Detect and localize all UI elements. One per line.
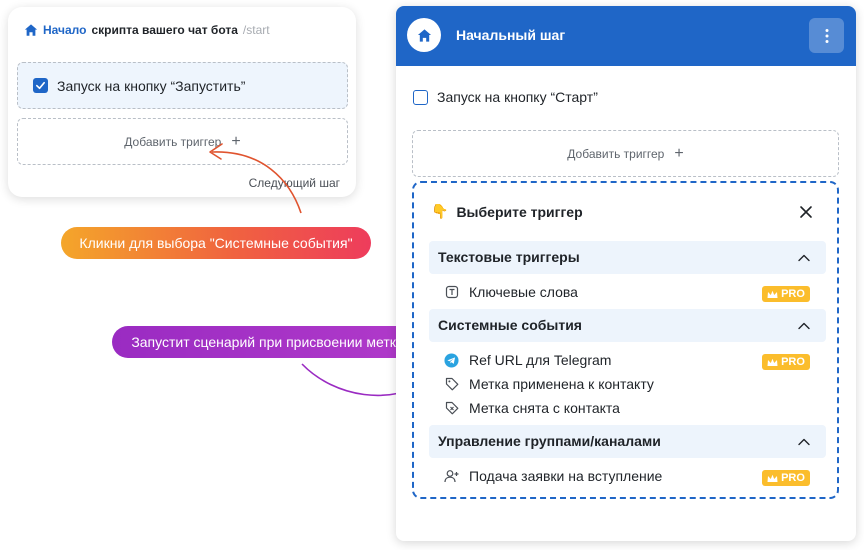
trigger-start-button[interactable]: Запуск на кнопку “Старт” — [413, 89, 598, 105]
trigger-option-join-request[interactable]: Подача заявки на вступление — [444, 468, 662, 484]
option-label: Метка применена к контакту — [469, 376, 654, 392]
step-editor-panel: Начальный шаг Запуск на кнопку “Старт” Д… — [396, 6, 856, 541]
option-label: Метка снята с контакта — [469, 400, 620, 416]
tag-icon — [444, 377, 459, 392]
pro-badge: PRO — [762, 470, 810, 486]
start-label: Начало — [43, 23, 87, 37]
keyword-icon — [444, 285, 459, 300]
pointing-down-icon: 👇 — [431, 203, 449, 219]
crown-icon — [767, 358, 778, 366]
more-vertical-icon — [825, 28, 828, 43]
section-text-triggers[interactable]: Текстовые триггеры — [429, 241, 826, 274]
step-title: скрипта вашего чат бота — [91, 23, 238, 37]
callout-tag-trigger: Запустит сценарий при присвоении метки — [112, 326, 423, 358]
section-system-events[interactable]: Системные события — [429, 309, 826, 342]
pro-label: PRO — [781, 472, 805, 484]
option-label: Подача заявки на вступление — [469, 468, 663, 484]
start-step-card: Начало скрипта вашего чат бота /start За… — [8, 7, 356, 197]
pro-label: PRO — [781, 288, 805, 300]
more-menu-button[interactable] — [809, 18, 844, 53]
close-icon[interactable] — [799, 205, 813, 219]
next-step-link[interactable]: Следующий шаг — [249, 176, 340, 190]
selector-heading: 👇 Выберите триггер — [431, 203, 583, 220]
add-trigger-label: Добавить триггер — [567, 146, 665, 161]
home-button[interactable] — [407, 18, 441, 52]
chevron-up-icon[interactable] — [797, 319, 811, 333]
panel-header: Начальный шаг — [396, 6, 856, 66]
start-command: /start — [242, 23, 270, 37]
trigger-option-tag-removed[interactable]: Метка снята с контакта — [444, 400, 620, 416]
trigger-option-ref-url[interactable]: Ref URL для Telegram — [444, 352, 611, 368]
pro-label: PRO — [781, 356, 805, 368]
add-trigger-button[interactable]: Добавить триггер + — [17, 118, 348, 165]
section-label: Текстовые триггеры — [438, 249, 580, 265]
crown-icon — [767, 290, 778, 298]
trigger-selector: 👇 Выберите триггер Текстовые триггеры Кл… — [412, 181, 839, 499]
plus-icon: + — [674, 144, 684, 162]
step-header: Начало скрипта вашего чат бота /start — [24, 23, 270, 37]
add-trigger-label: Добавить триггер — [124, 134, 222, 149]
trigger-label: Запуск на кнопку “Старт” — [437, 89, 598, 105]
callout-system-events: Кликни для выбора "Системные события" — [61, 227, 371, 259]
option-label: Ключевые слова — [469, 284, 578, 300]
check-icon — [36, 81, 45, 90]
panel-title: Начальный шаг — [456, 27, 566, 43]
tag-remove-icon — [444, 401, 459, 416]
chevron-up-icon[interactable] — [797, 251, 811, 265]
section-groups-channels[interactable]: Управление группами/каналами — [429, 425, 826, 458]
trigger-option-keywords[interactable]: Ключевые слова — [444, 284, 578, 300]
trigger-option-tag-applied[interactable]: Метка применена к контакту — [444, 376, 654, 392]
section-label: Системные события — [438, 317, 582, 333]
telegram-icon — [444, 352, 459, 368]
chevron-up-icon[interactable] — [797, 435, 811, 449]
add-trigger-button[interactable]: Добавить триггер + — [412, 130, 839, 177]
trigger-start-button[interactable]: Запуск на кнопку “Запустить” — [17, 62, 348, 109]
crown-icon — [767, 474, 778, 482]
selector-title: Выберите триггер — [456, 203, 583, 220]
plus-icon: + — [231, 132, 241, 150]
trigger-checkbox[interactable] — [33, 78, 48, 93]
pro-badge: PRO — [762, 354, 810, 370]
home-icon — [417, 28, 431, 42]
trigger-label: Запуск на кнопку “Запустить” — [57, 77, 246, 94]
trigger-checkbox[interactable] — [413, 89, 428, 105]
home-icon — [24, 24, 38, 36]
pro-badge: PRO — [762, 286, 810, 302]
option-label: Ref URL для Telegram — [469, 352, 612, 368]
section-label: Управление группами/каналами — [438, 433, 661, 449]
user-add-icon — [444, 469, 459, 484]
